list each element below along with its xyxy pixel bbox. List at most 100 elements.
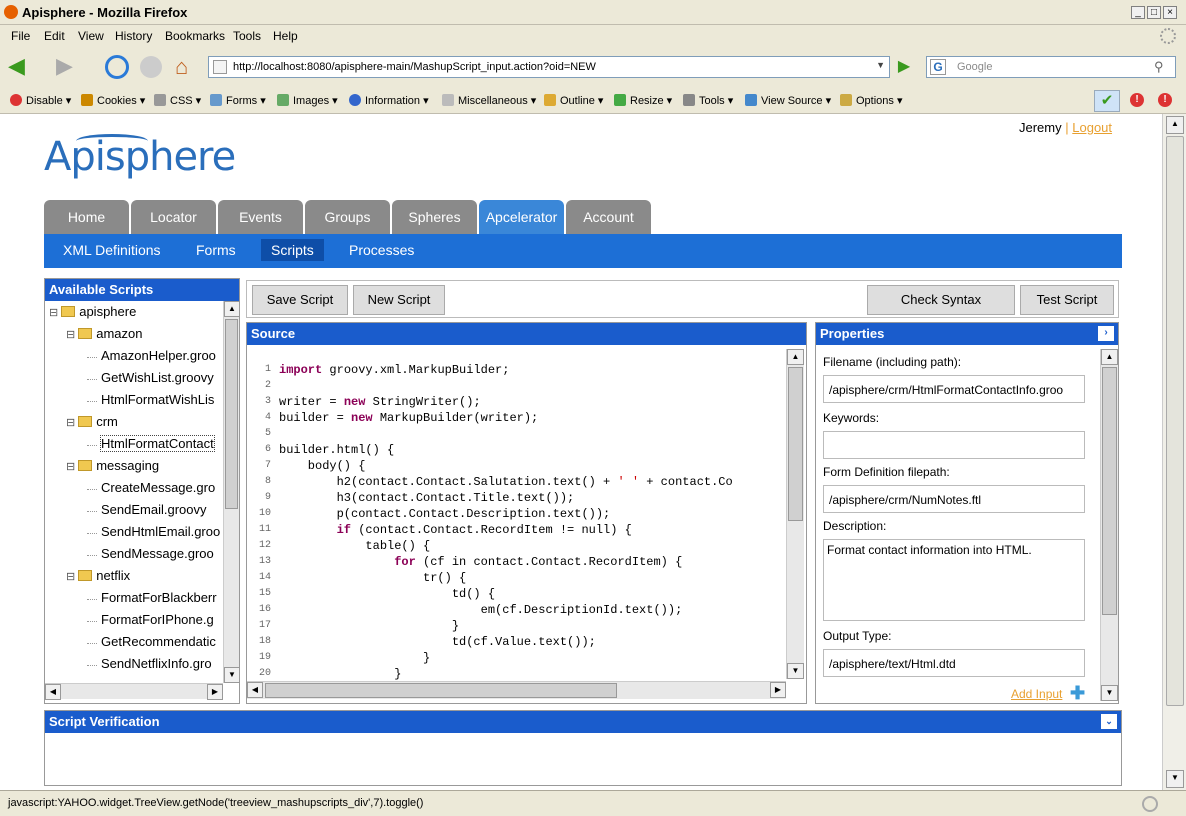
- subnav-xml-definitions[interactable]: XML Definitions: [63, 242, 161, 258]
- tree-folder[interactable]: ⊟ crm: [66, 414, 118, 429]
- validation-ok-icon[interactable]: ✔: [1094, 90, 1120, 112]
- tree-file[interactable]: FormatForIPhone.g: [101, 612, 214, 627]
- collapse-toggle-icon[interactable]: ⊟: [66, 329, 75, 341]
- tree-folder[interactable]: ⊟ amazon: [66, 326, 142, 341]
- dev-miscellaneous[interactable]: Miscellaneous ▾: [442, 94, 536, 107]
- scroll-thumb[interactable]: [1102, 367, 1117, 615]
- chevron-down-icon[interactable]: ⌄: [1101, 714, 1117, 729]
- add-input-link[interactable]: Add Input: [1011, 687, 1062, 701]
- scroll-thumb[interactable]: [225, 319, 238, 509]
- scroll-thumb[interactable]: [265, 683, 617, 698]
- menu-tools[interactable]: Tools: [233, 29, 261, 43]
- close-button[interactable]: ×: [1163, 6, 1177, 19]
- page-vertical-scrollbar[interactable]: ▲ ▼: [1162, 114, 1186, 790]
- dev-cookies[interactable]: Cookies ▾: [81, 94, 145, 107]
- subnav-forms[interactable]: Forms: [196, 242, 236, 258]
- tab-locator[interactable]: Locator: [131, 200, 216, 234]
- add-icon[interactable]: ✚: [1070, 684, 1085, 702]
- check-syntax-button[interactable]: Check Syntax: [867, 285, 1015, 315]
- home-icon[interactable]: ⌂: [175, 54, 188, 80]
- tree-file[interactable]: SendHtmlEmail.groo: [101, 524, 220, 539]
- dev-resize[interactable]: Resize ▾: [614, 94, 672, 107]
- search-icon[interactable]: ⚲: [1154, 59, 1172, 75]
- menu-file[interactable]: File: [11, 29, 30, 43]
- save-script-button[interactable]: Save Script: [252, 285, 348, 315]
- tree-file[interactable]: FormatForBlackberr: [101, 590, 217, 605]
- dev-css[interactable]: CSS ▾: [154, 94, 201, 107]
- scroll-left-arrow[interactable]: ◀: [247, 682, 263, 698]
- dev-view-source[interactable]: View Source ▾: [745, 94, 831, 107]
- subnav-processes[interactable]: Processes: [349, 242, 414, 258]
- tree-file[interactable]: AmazonHelper.groo: [101, 348, 216, 363]
- tree-file[interactable]: GetRecommendatic: [101, 634, 216, 649]
- collapse-toggle-icon[interactable]: ⊟: [49, 307, 58, 319]
- tab-events[interactable]: Events: [218, 200, 303, 234]
- tab-apcelerator[interactable]: Apcelerator: [479, 200, 564, 234]
- dev-forms[interactable]: Forms ▾: [210, 94, 266, 107]
- dev-information[interactable]: Information ▾: [349, 94, 429, 107]
- minimize-button[interactable]: _: [1131, 6, 1145, 19]
- menu-bookmarks[interactable]: Bookmarks: [165, 29, 225, 43]
- code-vertical-scrollbar[interactable]: ▲ ▼: [786, 349, 804, 679]
- menu-edit[interactable]: Edit: [44, 29, 65, 43]
- description-field[interactable]: Format contact information into HTML.: [823, 539, 1085, 621]
- collapse-toggle-icon[interactable]: ⊟: [66, 461, 75, 473]
- menu-view[interactable]: View: [78, 29, 104, 43]
- chevron-down-icon[interactable]: ▼: [876, 60, 885, 70]
- new-script-button[interactable]: New Script: [353, 285, 445, 315]
- scroll-down-arrow[interactable]: ▼: [787, 663, 804, 679]
- dev-tools[interactable]: Tools ▾: [683, 94, 733, 107]
- tree-file[interactable]: CreateMessage.gro: [101, 480, 215, 495]
- scroll-up-arrow[interactable]: ▲: [787, 349, 804, 365]
- tab-account[interactable]: Account: [566, 200, 651, 234]
- output-type-field[interactable]: /apisphere/text/Html.dtd: [823, 649, 1085, 677]
- tree-folder[interactable]: ⊟ netflix: [66, 568, 130, 583]
- code-horizontal-scrollbar[interactable]: ◀ ▶: [247, 681, 786, 699]
- tree-file[interactable]: GetWishList.groovy: [101, 370, 214, 385]
- tree-folder[interactable]: ⊟ messaging: [66, 458, 159, 473]
- url-bar[interactable]: http://localhost:8080/apisphere-main/Mas…: [208, 56, 890, 78]
- scroll-down-arrow[interactable]: ▼: [224, 667, 240, 683]
- dev-images[interactable]: Images ▾: [277, 94, 338, 107]
- scroll-left-arrow[interactable]: ◀: [45, 684, 61, 700]
- logout-link[interactable]: Logout: [1072, 120, 1112, 135]
- tree-file[interactable]: SendEmail.groovy: [101, 502, 207, 517]
- scroll-up-arrow[interactable]: ▲: [1101, 349, 1118, 365]
- tree-file[interactable]: HtmlFormatContact: [100, 435, 215, 452]
- google-icon[interactable]: G: [930, 59, 946, 75]
- error-icon[interactable]: !: [1130, 93, 1144, 107]
- tree-file[interactable]: SendNetflixInfo.gro: [101, 656, 212, 671]
- code-editor[interactable]: 1 import groovy.xml.MarkupBuilder; 2 3 write…: [247, 345, 785, 681]
- menu-help[interactable]: Help: [273, 29, 298, 43]
- tree-horizontal-scrollbar[interactable]: ◀ ▶: [45, 683, 223, 700]
- warning-icon[interactable]: !: [1158, 93, 1172, 107]
- go-button[interactable]: ▶: [892, 56, 916, 78]
- test-script-button[interactable]: Test Script: [1020, 285, 1114, 315]
- collapse-toggle-icon[interactable]: ⊟: [66, 417, 75, 429]
- maximize-button[interactable]: □: [1147, 6, 1161, 19]
- scroll-up-arrow[interactable]: ▲: [1166, 116, 1184, 134]
- tab-spheres[interactable]: Spheres: [392, 200, 477, 234]
- collapse-toggle-icon[interactable]: ⊟: [66, 571, 75, 583]
- menu-history[interactable]: History: [115, 29, 152, 43]
- scroll-up-arrow[interactable]: ▲: [224, 301, 240, 317]
- form-definition-field[interactable]: /apisphere/crm/NumNotes.ftl: [823, 485, 1085, 513]
- scroll-right-arrow[interactable]: ▶: [207, 684, 223, 700]
- properties-vertical-scrollbar[interactable]: ▲ ▼: [1100, 349, 1118, 701]
- reload-icon[interactable]: [105, 55, 129, 79]
- scroll-thumb[interactable]: [1166, 136, 1184, 706]
- tree-file[interactable]: SendMessage.groo: [101, 546, 214, 561]
- keywords-field[interactable]: [823, 431, 1085, 459]
- scroll-right-arrow[interactable]: ▶: [770, 682, 786, 698]
- scroll-thumb[interactable]: [788, 367, 803, 521]
- filename-field[interactable]: /apisphere/crm/HtmlFormatContactInfo.gro…: [823, 375, 1085, 403]
- dev-outline[interactable]: Outline ▾: [544, 94, 603, 107]
- dev-disable[interactable]: Disable ▾: [10, 94, 71, 107]
- forward-arrow-icon[interactable]: ▶: [56, 55, 84, 79]
- scroll-down-arrow[interactable]: ▼: [1166, 770, 1184, 788]
- tree-folder[interactable]: ⊟ apisphere: [49, 304, 136, 319]
- dev-options[interactable]: Options ▾: [840, 94, 903, 107]
- tree-vertical-scrollbar[interactable]: ▲ ▼: [223, 301, 240, 683]
- back-arrow-icon[interactable]: ◀: [8, 55, 36, 79]
- tab-groups[interactable]: Groups: [305, 200, 390, 234]
